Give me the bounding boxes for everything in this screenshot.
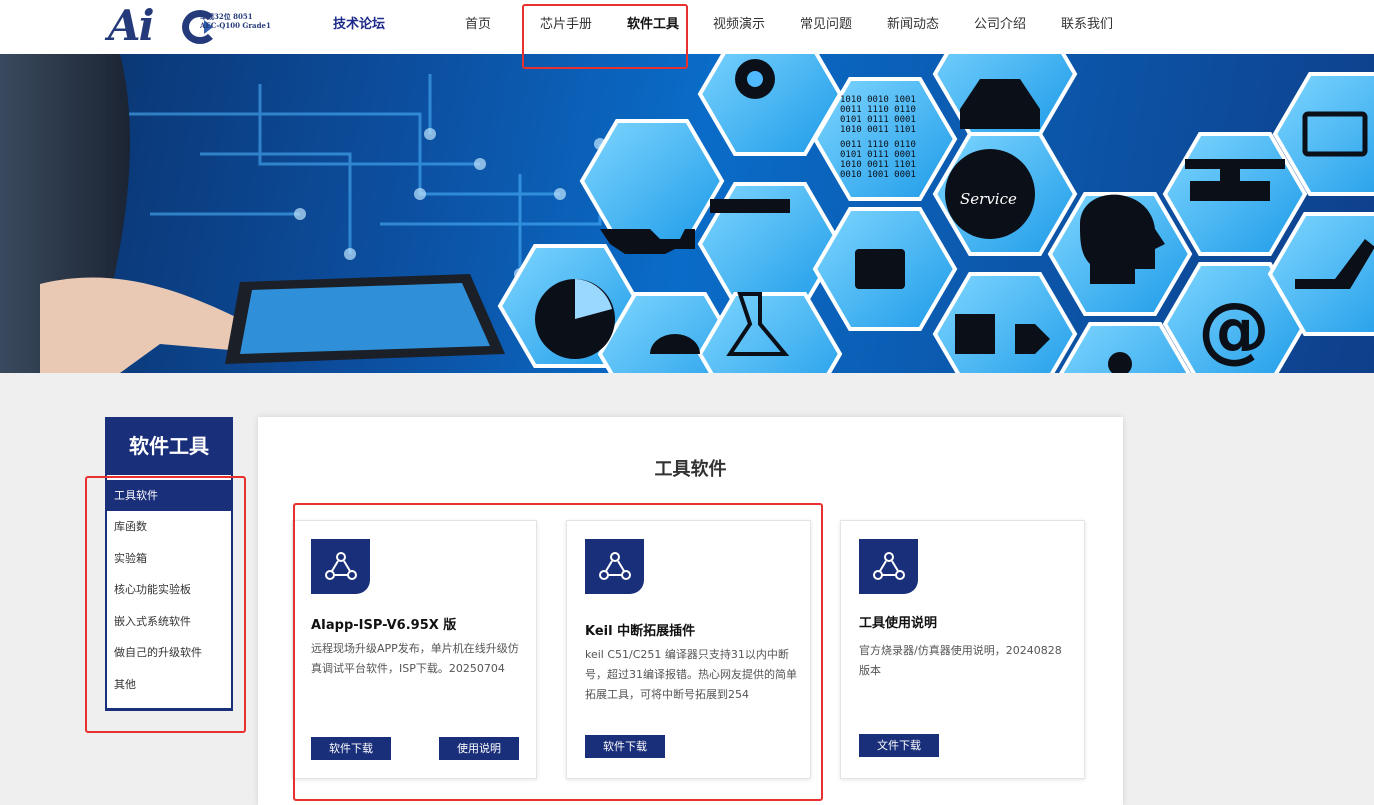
- nav-faq[interactable]: 常见问题: [800, 13, 852, 32]
- logo-subtitle: 车规32位 8051 AEC-Q100 Grade1: [200, 12, 271, 30]
- banner-illustration: 1010 0010 1001 0011 1110 0110 0101 0111 …: [0, 54, 1374, 373]
- svg-text:0101 0111 0001: 0101 0111 0001: [840, 115, 916, 125]
- circuit-lines: [120, 74, 602, 274]
- hero-banner: 1010 0010 1001 0011 1110 0110 0101 0111 …: [0, 54, 1374, 373]
- svg-text:0011 1110 0110: 0011 1110 0110: [840, 105, 916, 115]
- nav-news[interactable]: 新闻动态: [887, 13, 939, 32]
- nav-contact[interactable]: 联系我们: [1061, 13, 1113, 32]
- nav-about[interactable]: 公司介绍: [974, 13, 1026, 32]
- svg-text:1010 0011 1101: 1010 0011 1101: [840, 125, 916, 135]
- software-card-tool-manual: 工具使用说明 官方烧录器/仿真器使用说明，20240828版本 文件下载: [840, 520, 1085, 779]
- svg-text:0101 0111 0001: 0101 0111 0001: [840, 150, 916, 160]
- annotation-box-nav: [522, 4, 688, 69]
- service-label: Service: [960, 190, 1017, 208]
- tablet-screen: [240, 283, 490, 354]
- svg-text:1010 0011 1101: 1010 0011 1101: [840, 160, 916, 170]
- nav-forum-link[interactable]: 技术论坛: [333, 13, 385, 32]
- factory-icon: [710, 199, 790, 213]
- at-sign-icon: @: [1198, 287, 1270, 371]
- share-icon: [859, 539, 918, 594]
- annotation-box-cards: [293, 503, 823, 801]
- logo-text: Ai: [108, 1, 155, 50]
- chip-icon: [855, 249, 905, 289]
- annotation-box-sidebar: [85, 476, 246, 733]
- nav-home[interactable]: 首页: [465, 13, 491, 32]
- card-description: 官方烧录器/仿真器使用说明，20240828版本: [859, 644, 1062, 677]
- svg-text:0010 1001 0001: 0010 1001 0001: [840, 170, 916, 180]
- company-logo[interactable]: Ai 车规32位 8051 AEC-Q100 Grade1: [108, 1, 271, 50]
- section-title: 工具软件: [654, 459, 727, 480]
- card-title: 工具使用说明: [859, 616, 938, 631]
- file-download-button[interactable]: 文件下载: [859, 734, 939, 757]
- nav-video-demo[interactable]: 视频演示: [713, 13, 765, 32]
- svg-text:0011 1110 0110: 0011 1110 0110: [840, 140, 916, 150]
- sidebar-title: 软件工具: [105, 417, 233, 475]
- svg-text:1010 0010 1001: 1010 0010 1001: [840, 95, 916, 105]
